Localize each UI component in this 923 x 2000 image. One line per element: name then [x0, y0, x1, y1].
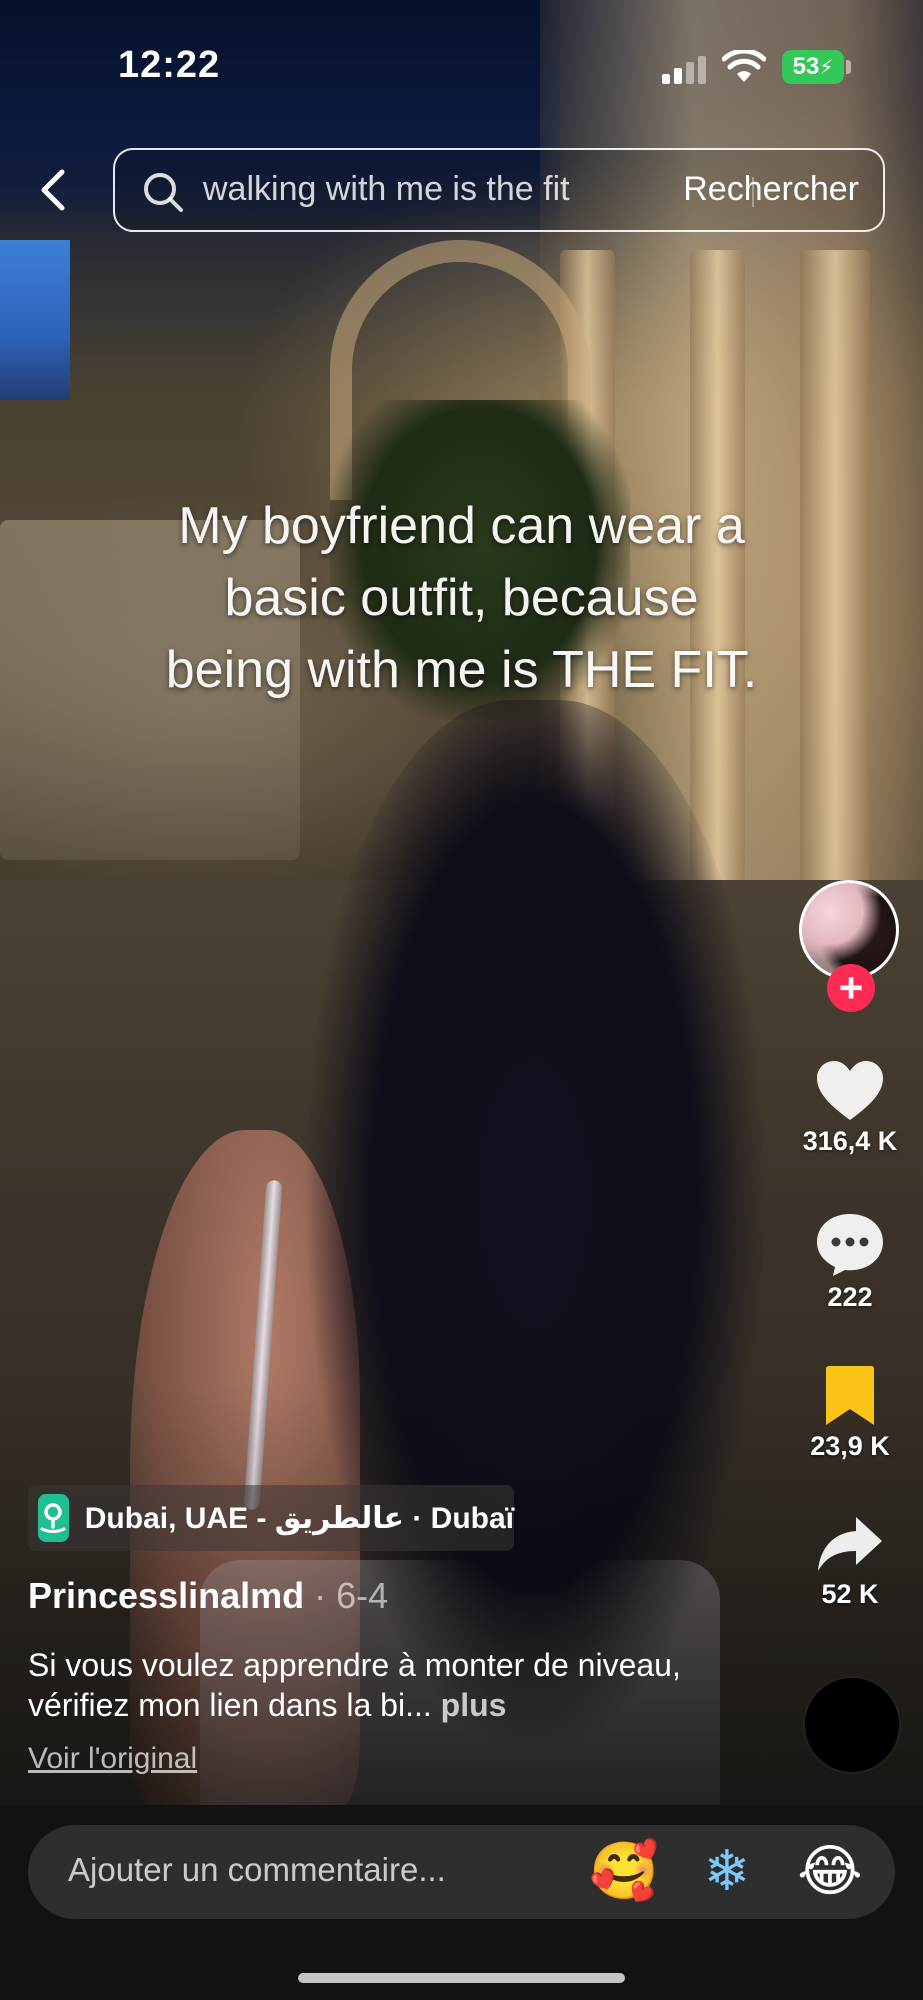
tiktok-video-screen: 12:22 53 ⚡ walking with me is the fit Rec	[0, 0, 923, 2000]
search-icon	[144, 173, 183, 212]
creator-username[interactable]: Princesslinalmd	[28, 1575, 304, 1616]
heart-icon	[817, 1061, 883, 1120]
save-count: 23,9 K	[810, 1431, 890, 1461]
search-input[interactable]: walking with me is the fit	[203, 170, 733, 209]
save-button[interactable]: 23,9 K	[790, 1365, 910, 1462]
battery-indicator: 53 ⚡	[782, 50, 844, 84]
comment-button[interactable]: 222	[790, 1212, 910, 1313]
comment-placeholder: Ajouter un commentaire...	[68, 1851, 446, 1888]
share-count: 52 K	[821, 1579, 879, 1609]
more-link[interactable]: plus	[441, 1687, 507, 1723]
video-caption-overlay: My boyfriend can wear a basic outfit, be…	[165, 497, 758, 699]
video-description[interactable]: Si vous voulez apprendre à monter de niv…	[28, 1645, 718, 1725]
lit-tower	[0, 240, 70, 400]
charging-bolt-icon: ⚡	[819, 56, 834, 79]
view-original-link[interactable]: Voir l'original	[28, 1742, 197, 1776]
description-text: Si vous voulez apprendre à monter de niv…	[28, 1647, 681, 1723]
like-count: 316,4 K	[802, 1126, 898, 1156]
cellular-signal-icon	[662, 56, 710, 84]
music-disc[interactable]	[805, 1678, 899, 1772]
emoji-smiling-hearts-button[interactable]: 🥰	[586, 1837, 662, 1907]
emoji-snowflake-button[interactable]: ❄	[689, 1837, 765, 1907]
battery-level: 53	[792, 53, 820, 80]
action-rail: + 316,4 K 222 23,9 K 52 K	[790, 880, 910, 1760]
status-bar: 12:22 53 ⚡	[0, 0, 923, 120]
back-button[interactable]	[28, 160, 78, 220]
comment-input[interactable]: Ajouter un commentaire... 🥰 ❄ 😂	[28, 1825, 895, 1919]
share-arrow-icon	[818, 1517, 882, 1571]
comment-bubble-icon	[817, 1214, 883, 1276]
comment-count: 222	[827, 1282, 873, 1312]
post-date: 6-4	[336, 1575, 389, 1616]
share-button[interactable]: 52 K	[790, 1515, 910, 1610]
date-separator: ·	[304, 1575, 337, 1616]
map-pin-icon	[38, 1494, 69, 1542]
emoji-tears-of-joy-button[interactable]: 😂	[792, 1837, 868, 1907]
status-time: 12:22	[118, 44, 221, 86]
bookmark-icon	[826, 1366, 874, 1425]
like-button[interactable]: 316,4 K	[790, 1060, 910, 1157]
home-indicator[interactable]	[298, 1973, 625, 1983]
follow-button[interactable]: +	[827, 964, 875, 1012]
creator-line: Princesslinalmd · 6-4	[28, 1575, 388, 1617]
search-submit-button[interactable]: Rechercher	[683, 170, 859, 209]
search-bar[interactable]: walking with me is the fit Rechercher	[113, 148, 885, 232]
battery-cap	[846, 60, 851, 74]
location-tag[interactable]: Dubai, UAE - عالطريق · Dubaï	[28, 1485, 514, 1551]
chevron-left-icon	[41, 169, 65, 211]
comment-bar: Ajouter un commentaire... 🥰 ❄ 😂	[0, 1805, 923, 2000]
wifi-icon	[722, 50, 766, 82]
location-label: Dubai, UAE - عالطريق · Dubaï	[84, 1501, 514, 1535]
